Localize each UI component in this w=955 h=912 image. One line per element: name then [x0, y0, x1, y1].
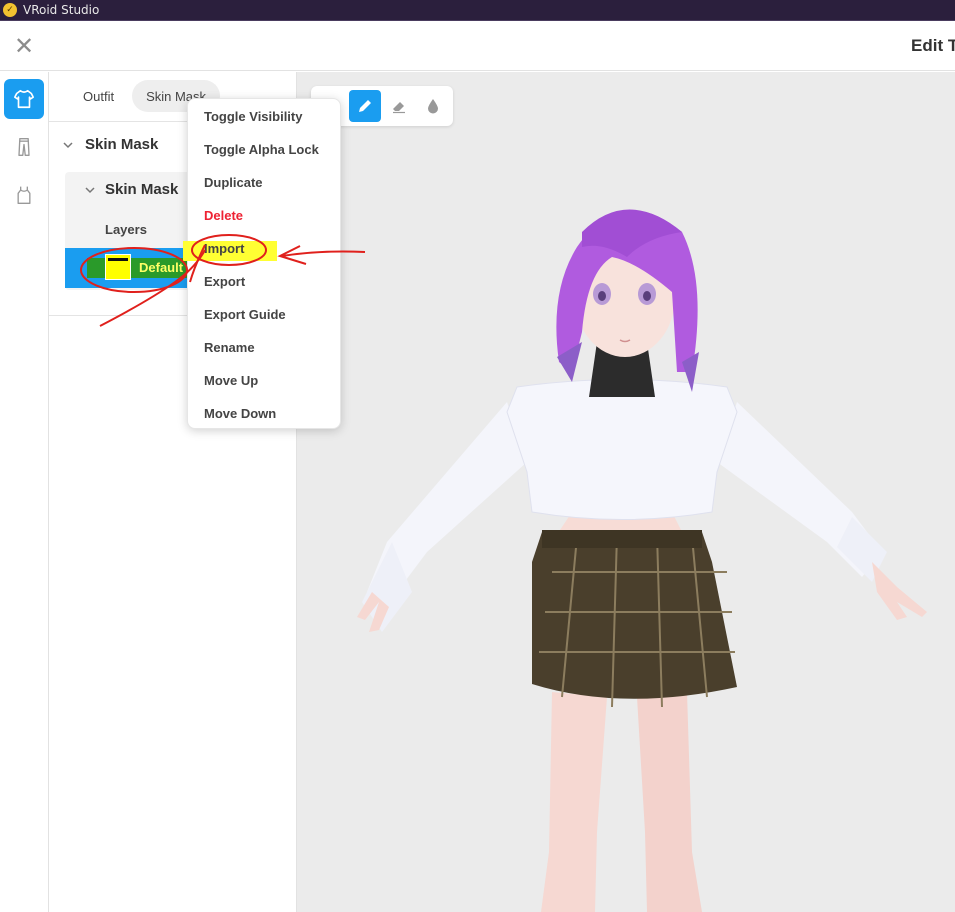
- layer-thumbnail: [105, 254, 131, 280]
- menu-item-toggle-visibility[interactable]: Toggle Visibility: [204, 109, 302, 124]
- eraser-icon[interactable]: [383, 90, 415, 122]
- menu-item-toggle-alpha-lock[interactable]: Toggle Alpha Lock: [204, 142, 319, 157]
- tree-child-label: Skin Mask: [105, 181, 179, 198]
- layer-context-menu: Toggle Visibility Toggle Alpha Lock Dupl…: [183, 98, 341, 429]
- avatar-model: [357, 209, 927, 912]
- menu-item-export[interactable]: Export: [204, 274, 245, 289]
- menu-item-move-down[interactable]: Move Down: [204, 406, 276, 421]
- menu-item-delete[interactable]: Delete: [204, 208, 243, 223]
- fill-icon[interactable]: [417, 90, 449, 122]
- 3d-viewport[interactable]: [297, 72, 955, 912]
- tab-outfit[interactable]: Outfit: [69, 80, 128, 112]
- tree-root-label: Skin Mask: [85, 136, 159, 153]
- tank-top-icon[interactable]: [4, 175, 44, 215]
- app-header: ✕ Edit T: [0, 22, 955, 71]
- category-rail: [0, 72, 49, 912]
- os-titlebar: ✓ VRoid Studio: [0, 0, 955, 21]
- shirt-icon[interactable]: [4, 79, 44, 119]
- layer-name: Default: [139, 260, 184, 275]
- chevron-down-icon: [85, 186, 95, 193]
- pants-icon[interactable]: [4, 127, 44, 167]
- tree-item-skin-mask[interactable]: Skin Mask: [63, 136, 158, 153]
- layers-label: Layers: [105, 222, 147, 237]
- header-title: Edit T: [911, 36, 955, 55]
- tree-item-skin-mask-child[interactable]: Skin Mask: [85, 181, 178, 198]
- brush-icon[interactable]: [349, 90, 381, 122]
- menu-item-import[interactable]: Import: [204, 241, 244, 256]
- menu-item-move-up[interactable]: Move Up: [204, 373, 258, 388]
- close-icon[interactable]: ✕: [12, 34, 36, 58]
- menu-item-rename[interactable]: Rename: [204, 340, 255, 355]
- menu-item-duplicate[interactable]: Duplicate: [204, 175, 263, 190]
- vroid-app-icon: ✓: [3, 3, 17, 17]
- chevron-down-icon: [63, 141, 73, 148]
- window-title: VRoid Studio: [23, 3, 100, 17]
- menu-item-export-guide[interactable]: Export Guide: [204, 307, 286, 322]
